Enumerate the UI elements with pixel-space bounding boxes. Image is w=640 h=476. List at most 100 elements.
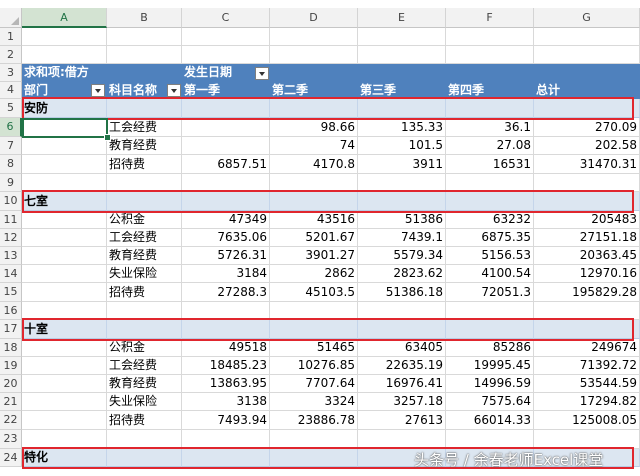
subject-name[interactable]: 招待费 [107,411,182,430]
row-header-3[interactable]: 3 [0,64,22,82]
row-header-11[interactable]: 11 [0,211,22,229]
pivot-date-field-label[interactable]: 发生日期 [182,64,358,82]
value-cell-total[interactable]: 71392.72 [534,357,640,375]
grid-cell[interactable] [534,46,640,64]
group-name[interactable]: 七室 [22,192,107,211]
grid-cell[interactable] [22,229,107,247]
value-cell-q1[interactable]: 7493.94 [182,411,270,430]
row-header-21[interactable]: 21 [0,393,22,411]
pivot-header-4[interactable]: 第三季 [358,82,446,99]
row-header-10[interactable]: 10 [0,192,22,211]
subject-name[interactable]: 公积金 [107,339,182,357]
pivot-value-field-label[interactable]: 求和项:借方 [22,64,182,82]
grid-cell[interactable] [107,430,182,449]
grid-cell[interactable] [270,430,358,449]
grid-cell[interactable] [22,339,107,357]
value-cell-total[interactable]: 202.58 [534,137,640,155]
grid-cell[interactable] [270,302,358,320]
grid-cell[interactable] [270,28,358,46]
grid-cell[interactable] [446,28,534,46]
subject-name[interactable]: 工会经费 [107,229,182,247]
value-cell-q4[interactable]: 4100.54 [446,265,534,283]
department-filter-dropdown-icon[interactable] [91,84,105,97]
grid-cell[interactable] [358,46,446,64]
value-cell-q1[interactable]: 49518 [182,339,270,357]
grid-cell[interactable] [22,357,107,375]
value-cell-q3[interactable]: 135.33 [358,118,446,137]
grid-cell[interactable] [446,174,534,192]
grid-cell[interactable] [22,393,107,411]
group-name[interactable]: 安防 [22,99,107,118]
value-cell-total[interactable]: 17294.82 [534,393,640,411]
group-name[interactable]: 十室 [22,320,107,339]
pivot-header-5[interactable]: 第四季 [446,82,534,99]
value-cell-q4[interactable]: 6875.35 [446,229,534,247]
fill-handle[interactable] [104,134,111,141]
value-cell-q1[interactable]: 47349 [182,211,270,229]
grid-cell[interactable] [22,283,107,302]
value-cell-total[interactable]: 270.09 [534,118,640,137]
value-cell-q2[interactable]: 10276.85 [270,357,358,375]
row-header-5[interactable]: 5 [0,99,22,118]
row-header-4[interactable]: 4 [0,82,22,99]
column-header-f[interactable]: F [446,8,534,28]
value-cell-q1[interactable] [182,118,270,137]
value-cell-total[interactable]: 31470.31 [534,155,640,174]
value-cell-q3[interactable]: 3911 [358,155,446,174]
value-cell-total[interactable]: 20363.45 [534,247,640,265]
grid-cell[interactable] [534,174,640,192]
grid-cell[interactable] [22,137,107,155]
grid-cell[interactable] [107,174,182,192]
subject-name[interactable]: 教育经费 [107,247,182,265]
grid-cell[interactable] [22,174,107,192]
grid-cell[interactable] [446,46,534,64]
grid-cell[interactable] [270,46,358,64]
value-cell-q4[interactable]: 5156.53 [446,247,534,265]
subject-filter-dropdown-icon[interactable] [167,84,181,97]
row-header-23[interactable]: 23 [0,430,22,449]
grid-cell[interactable] [182,430,270,449]
grid-cell[interactable] [446,430,534,449]
pivot-header-3[interactable]: 第二季 [270,82,358,99]
value-cell-q2[interactable]: 74 [270,137,358,155]
grid-cell[interactable] [22,411,107,430]
row-header-24[interactable]: 24 [0,449,22,467]
grid-cell[interactable] [182,302,270,320]
row-header-8[interactable]: 8 [0,155,22,174]
grid-cell[interactable] [358,174,446,192]
row-header-6[interactable]: 6 [0,118,22,137]
grid-cell[interactable] [22,28,107,46]
value-cell-q1[interactable]: 27288.3 [182,283,270,302]
row-header-20[interactable]: 20 [0,375,22,393]
grid-cell[interactable] [182,28,270,46]
row-header-15[interactable]: 15 [0,283,22,302]
grid-cell[interactable] [358,28,446,46]
value-cell-q2[interactable]: 43516 [270,211,358,229]
value-cell-q1[interactable] [182,137,270,155]
value-cell-q2[interactable]: 23886.78 [270,411,358,430]
active-cell-a6[interactable] [22,118,108,138]
grid-cell[interactable] [22,375,107,393]
grid-cell[interactable] [358,430,446,449]
row-header-19[interactable]: 19 [0,357,22,375]
grid-cell[interactable] [22,302,107,320]
grid-cell[interactable] [534,302,640,320]
grid-cell[interactable] [182,46,270,64]
column-header-e[interactable]: E [358,8,446,28]
value-cell-q4[interactable]: 36.1 [446,118,534,137]
grid-cell[interactable] [22,430,107,449]
value-cell-q3[interactable]: 16976.41 [358,375,446,393]
row-header-12[interactable]: 12 [0,229,22,247]
value-cell-q3[interactable]: 101.5 [358,137,446,155]
value-cell-q4[interactable]: 27.08 [446,137,534,155]
subject-name[interactable]: 教育经费 [107,137,182,155]
grid-cell[interactable] [22,46,107,64]
grid-cell[interactable] [22,265,107,283]
grid-cell[interactable] [107,28,182,46]
row-header-17[interactable]: 17 [0,320,22,339]
value-cell-total[interactable]: 53544.59 [534,375,640,393]
row-header-9[interactable]: 9 [0,174,22,192]
value-cell-q3[interactable]: 63405 [358,339,446,357]
grid-cell[interactable] [534,430,640,449]
value-cell-q1[interactable]: 18485.23 [182,357,270,375]
